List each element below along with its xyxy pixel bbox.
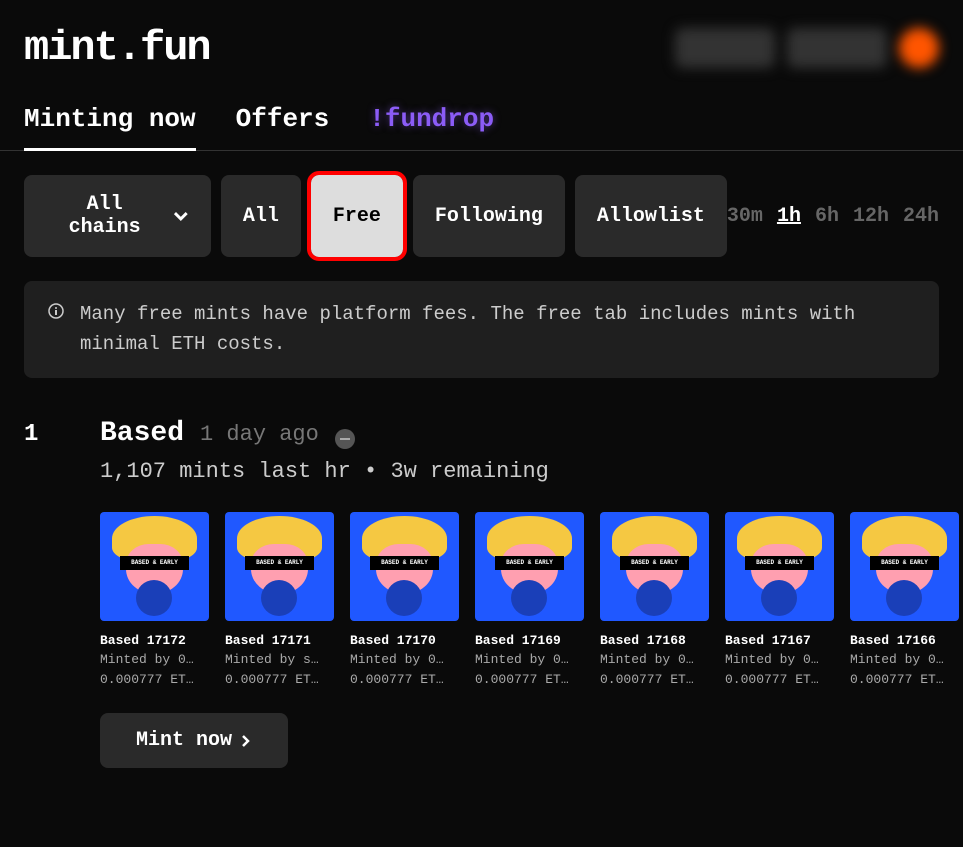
- nft-minter: Minted by 0…: [475, 650, 584, 670]
- nft-info: Based 17166 Minted by 0… 0.000777 ET…: [850, 631, 959, 690]
- mute-icon[interactable]: [335, 429, 355, 449]
- nft-card[interactable]: BASED & EARLY Based 17166 Minted by 0… 0…: [850, 512, 959, 690]
- nft-minter: Minted by s…: [225, 650, 334, 670]
- info-banner-text: Many free mints have platform fees. The …: [80, 299, 915, 360]
- header-blur-item: [787, 28, 887, 68]
- nft-minter: Minted by 0…: [850, 650, 959, 670]
- nft-minter: Minted by 0…: [350, 650, 459, 670]
- controls-row: All chains All Free Following Allowlist …: [0, 151, 963, 281]
- logo[interactable]: mint.fun: [24, 24, 210, 72]
- nft-card[interactable]: BASED & EARLY Based 17170 Minted by 0… 0…: [350, 512, 459, 690]
- info-icon: [48, 303, 64, 319]
- nft-image[interactable]: BASED & EARLY: [850, 512, 959, 621]
- nft-info: Based 17167 Minted by 0… 0.000777 ET…: [725, 631, 834, 690]
- time-filters: 30m 1h 6h 12h 24h: [727, 205, 939, 228]
- nft-minter: Minted by 0…: [725, 650, 834, 670]
- filter-free[interactable]: Free: [311, 175, 403, 257]
- nft-image[interactable]: BASED & EARLY: [725, 512, 834, 621]
- chevron-down-icon: [173, 208, 189, 224]
- nft-price: 0.000777 ET…: [475, 670, 584, 690]
- nft-minter: Minted by 0…: [600, 650, 709, 670]
- nft-image[interactable]: BASED & EARLY: [600, 512, 709, 621]
- nft-price: 0.000777 ET…: [100, 670, 209, 690]
- nft-card[interactable]: BASED & EARLY Based 17168 Minted by 0… 0…: [600, 512, 709, 690]
- nft-name: Based 17169: [475, 631, 584, 651]
- time-filter-12h[interactable]: 12h: [853, 205, 889, 228]
- listing: 1 Based 1 day ago 1,107 mints last hr • …: [0, 378, 963, 793]
- time-filter-24h[interactable]: 24h: [903, 205, 939, 228]
- nft-name: Based 17167: [725, 631, 834, 651]
- controls-left: All chains All Free Following Allowlist: [24, 175, 727, 257]
- header-avatar: [899, 28, 939, 68]
- chain-selector-label: All chains: [46, 193, 163, 239]
- filter-allowlist[interactable]: Allowlist: [575, 175, 727, 257]
- nft-price: 0.000777 ET…: [350, 670, 459, 690]
- header-blur-item: [675, 28, 775, 68]
- nft-name: Based 17170: [350, 631, 459, 651]
- nft-name: Based 17171: [225, 631, 334, 651]
- nft-card[interactable]: BASED & EARLY Based 17171 Minted by s… 0…: [225, 512, 334, 690]
- nft-info: Based 17172 Minted by 0… 0.000777 ET…: [100, 631, 209, 690]
- nft-card[interactable]: BASED & EARLY Based 17169 Minted by 0… 0…: [475, 512, 584, 690]
- nft-price: 0.000777 ET…: [600, 670, 709, 690]
- tab-minting-now[interactable]: Minting now: [24, 92, 196, 150]
- mint-button-label: Mint now: [136, 729, 232, 752]
- nft-info: Based 17170 Minted by 0… 0.000777 ET…: [350, 631, 459, 690]
- mint-now-button[interactable]: Mint now: [100, 713, 288, 768]
- time-filter-1h[interactable]: 1h: [777, 205, 801, 228]
- tab-fundrop[interactable]: !fundrop: [369, 92, 494, 150]
- nft-card[interactable]: BASED & EARLY Based 17172 Minted by 0… 0…: [100, 512, 209, 690]
- nft-card[interactable]: BASED & EARLY Based 17167 Minted by 0… 0…: [725, 512, 834, 690]
- nft-name: Based 17172: [100, 631, 209, 651]
- listing-rank: 1: [24, 421, 84, 448]
- nft-info: Based 17169 Minted by 0… 0.000777 ET…: [475, 631, 584, 690]
- nft-image[interactable]: BASED & EARLY: [225, 512, 334, 621]
- nft-info: Based 17171 Minted by s… 0.000777 ET…: [225, 631, 334, 690]
- info-banner: Many free mints have platform fees. The …: [24, 281, 939, 378]
- listing-header: 1 Based 1 day ago: [24, 418, 939, 449]
- nft-name: Based 17166: [850, 631, 959, 651]
- nft-name: Based 17168: [600, 631, 709, 651]
- listing-time: 1 day ago: [200, 422, 319, 447]
- nft-minter: Minted by 0…: [100, 650, 209, 670]
- nft-row: BASED & EARLY Based 17172 Minted by 0… 0…: [100, 512, 939, 690]
- time-filter-6h[interactable]: 6h: [815, 205, 839, 228]
- filter-following[interactable]: Following: [413, 175, 565, 257]
- nft-price: 0.000777 ET…: [725, 670, 834, 690]
- main-tabs: Minting now Offers !fundrop: [0, 92, 963, 151]
- header: mint.fun: [0, 0, 963, 92]
- nft-price: 0.000777 ET…: [850, 670, 959, 690]
- chain-selector[interactable]: All chains: [24, 175, 211, 257]
- listing-title[interactable]: Based: [100, 418, 184, 449]
- tab-offers[interactable]: Offers: [236, 92, 330, 150]
- filter-all[interactable]: All: [221, 175, 301, 257]
- nft-info: Based 17168 Minted by 0… 0.000777 ET…: [600, 631, 709, 690]
- nft-image[interactable]: BASED & EARLY: [475, 512, 584, 621]
- chevron-right-icon: [240, 735, 252, 747]
- nft-price: 0.000777 ET…: [225, 670, 334, 690]
- nft-image[interactable]: BASED & EARLY: [350, 512, 459, 621]
- nft-image[interactable]: BASED & EARLY: [100, 512, 209, 621]
- time-filter-30m[interactable]: 30m: [727, 205, 763, 228]
- listing-stats: 1,107 mints last hr • 3w remaining: [100, 459, 939, 484]
- header-actions: [675, 28, 939, 68]
